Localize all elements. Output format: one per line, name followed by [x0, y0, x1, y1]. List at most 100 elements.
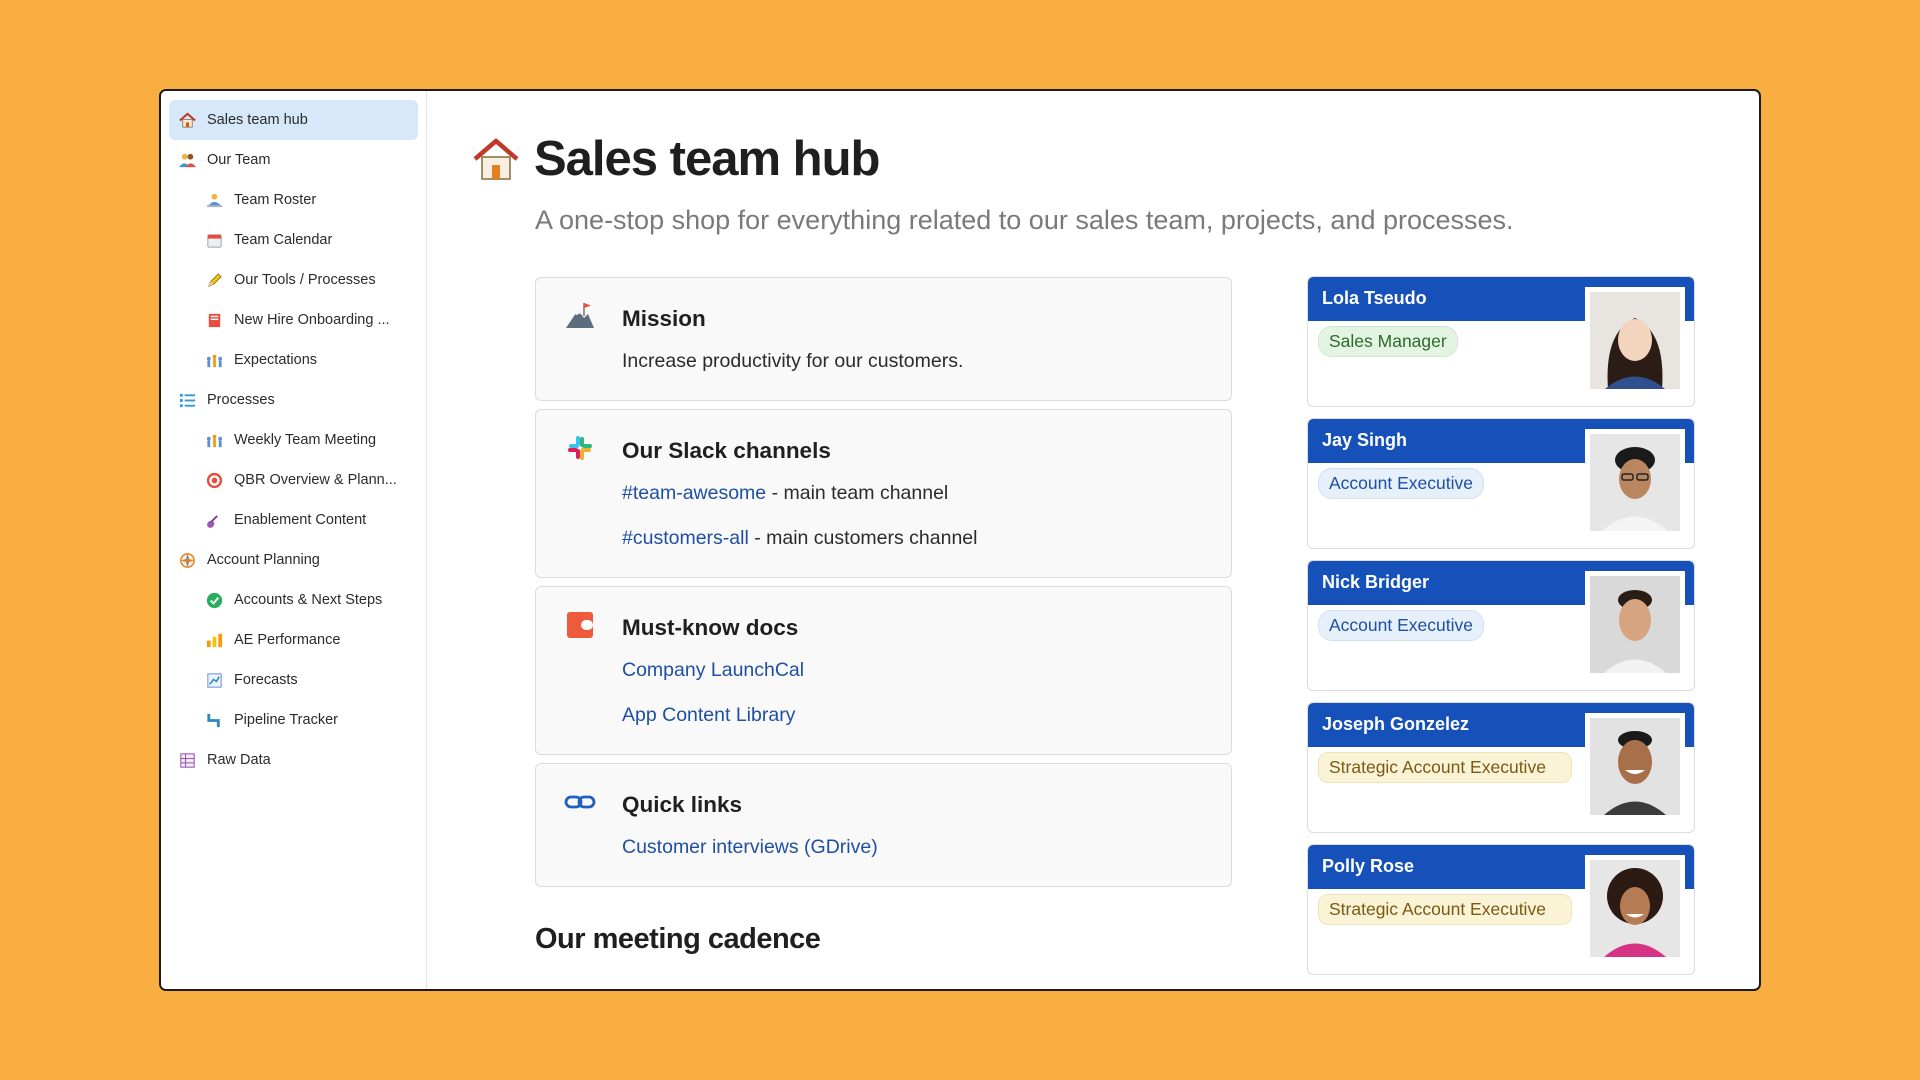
- sidebar-item-label: Team Roster: [234, 192, 317, 208]
- team-member-card[interactable]: Jay Singh Account Executive: [1307, 418, 1695, 549]
- quick-link[interactable]: Customer interviews (GDrive): [622, 836, 878, 859]
- avatar: [1585, 287, 1685, 394]
- sidebar-item-sales-team-hub[interactable]: Sales team hub: [169, 100, 418, 140]
- sidebar-item-label: Sales team hub: [207, 112, 308, 128]
- check-icon: [204, 590, 224, 610]
- sidebar-item-enablement-content[interactable]: Enablement Content: [169, 500, 418, 540]
- guitar-icon: [204, 510, 224, 530]
- team-member-name: Jay Singh: [1322, 430, 1408, 450]
- mission-title: Mission: [622, 306, 706, 331]
- sidebar-item-processes[interactable]: Processes: [169, 380, 418, 420]
- role-badge: Account Executive: [1318, 468, 1484, 499]
- people-icon: [177, 150, 197, 170]
- slack-channel-desc: - main customers channel: [748, 527, 978, 549]
- slack-title: Our Slack channels: [622, 438, 831, 463]
- house-icon: [472, 135, 520, 183]
- slack-channel-row: #customers-all - main customers channel: [622, 527, 977, 550]
- page-title: Sales team hub: [472, 131, 880, 187]
- sidebar-item-qbr-overview[interactable]: QBR Overview & Plann...: [169, 460, 418, 500]
- avatar: [1585, 571, 1685, 678]
- sidebar-item-team-roster[interactable]: Team Roster: [169, 180, 418, 220]
- people-icon: [204, 190, 224, 210]
- page-subtitle: A one-stop shop for everything related t…: [535, 205, 1514, 235]
- meeting-cadence-heading: Our meeting cadence: [535, 923, 821, 955]
- slack-channel-desc: - main team channel: [766, 482, 949, 504]
- team-member-card[interactable]: Joseph Gonzelez Strategic Account Execut…: [1307, 702, 1695, 833]
- app-window: Sales team hub Our Team Team Roster Team…: [159, 89, 1761, 991]
- sidebar-item-label: QBR Overview & Plann...: [234, 472, 397, 488]
- sidebar-item-label: Raw Data: [207, 752, 271, 768]
- sidebar-item-label: Forecasts: [234, 672, 298, 688]
- docs-card: Must-know docs Company LaunchCal App Con…: [535, 586, 1232, 755]
- sidebar-item-forecasts[interactable]: Forecasts: [169, 660, 418, 700]
- sidebar-item-our-team[interactable]: Our Team: [169, 140, 418, 180]
- role-badge: Account Executive: [1318, 610, 1484, 641]
- team-member-name: Nick Bridger: [1322, 572, 1430, 592]
- team-member-card[interactable]: Lola Tseudo Sales Manager: [1307, 276, 1695, 407]
- sidebar-item-label: Expectations: [234, 352, 318, 368]
- sidebar-item-our-tools-processes[interactable]: Our Tools / Processes: [169, 260, 418, 300]
- house-icon: [177, 110, 197, 130]
- sidebar-item-pipeline-tracker[interactable]: Pipeline Tracker: [169, 700, 418, 740]
- link-icon: [564, 786, 596, 818]
- sidebar-item-label: Accounts & Next Steps: [234, 592, 383, 608]
- sidebar-item-label: Team Calendar: [234, 232, 333, 248]
- quick-links-card: Quick links Customer interviews (GDrive): [535, 763, 1232, 887]
- slack-channel-link[interactable]: #team-awesome: [622, 482, 766, 504]
- mission-text: Increase productivity for our customers.: [622, 350, 964, 372]
- compass-icon: [177, 550, 197, 570]
- crowd-icon: [204, 430, 224, 450]
- doc-link[interactable]: Company LaunchCal: [622, 659, 804, 682]
- sidebar-item-account-planning[interactable]: Account Planning: [169, 540, 418, 580]
- slack-icon: [564, 432, 596, 464]
- avatar: [1585, 713, 1685, 820]
- bar-chart-icon: [204, 630, 224, 650]
- pipe-icon: [204, 710, 224, 730]
- sidebar-item-label: Account Planning: [207, 552, 320, 568]
- sidebar: Sales team hub Our Team Team Roster Team…: [161, 91, 427, 989]
- crowd-icon: [204, 350, 224, 370]
- avatar: [1585, 855, 1685, 962]
- sidebar-item-label: New Hire Onboarding ...: [234, 312, 390, 328]
- list-icon: [177, 390, 197, 410]
- mission-card: Mission Increase productivity for our cu…: [535, 277, 1232, 401]
- sidebar-item-label: Enablement Content: [234, 512, 367, 528]
- team-member-name: Lola Tseudo: [1322, 288, 1427, 308]
- sidebar-item-weekly-team-meeting[interactable]: Weekly Team Meeting: [169, 420, 418, 460]
- slack-card: Our Slack channels #team-awesome - main …: [535, 409, 1232, 578]
- sidebar-item-new-hire-onboarding[interactable]: New Hire Onboarding ...: [169, 300, 418, 340]
- role-badge: Sales Manager: [1318, 326, 1458, 357]
- avatar: [1585, 429, 1685, 536]
- sidebar-item-label: Our Tools / Processes: [234, 272, 376, 288]
- sidebar-item-ae-performance[interactable]: AE Performance: [169, 620, 418, 660]
- sidebar-item-accounts-next-steps[interactable]: Accounts & Next Steps: [169, 580, 418, 620]
- sidebar-item-label: Pipeline Tracker: [234, 712, 338, 728]
- sidebar-item-label: Our Team: [207, 152, 271, 168]
- trend-chart-icon: [204, 670, 224, 690]
- team-member-name: Joseph Gonzelez: [1322, 714, 1470, 734]
- main-content: Sales team hub A one-stop shop for every…: [427, 91, 1759, 989]
- docs-title: Must-know docs: [622, 615, 799, 640]
- pencil-icon: [204, 270, 224, 290]
- sidebar-item-team-calendar[interactable]: Team Calendar: [169, 220, 418, 260]
- role-badge: Strategic Account Executive: [1318, 894, 1572, 925]
- team-member-name: Polly Rose: [1322, 856, 1415, 876]
- doc-link[interactable]: App Content Library: [622, 704, 795, 727]
- calendar-icon: [204, 230, 224, 250]
- sidebar-item-label: Weekly Team Meeting: [234, 432, 377, 448]
- sidebar-item-label: AE Performance: [234, 632, 341, 648]
- quick-links-title: Quick links: [622, 792, 743, 817]
- sidebar-item-label: Processes: [207, 392, 275, 408]
- coda-icon: [564, 609, 596, 641]
- team-member-card[interactable]: Nick Bridger Account Executive: [1307, 560, 1695, 691]
- sidebar-item-expectations[interactable]: Expectations: [169, 340, 418, 380]
- sidebar-item-raw-data[interactable]: Raw Data: [169, 740, 418, 780]
- role-badge: Strategic Account Executive: [1318, 752, 1572, 783]
- book-icon: [204, 310, 224, 330]
- table-icon: [177, 750, 197, 770]
- page-title-text: Sales team hub: [534, 132, 880, 186]
- slack-channel-row: #team-awesome - main team channel: [622, 482, 948, 505]
- slack-channel-link[interactable]: #customers-all: [622, 527, 749, 549]
- target-icon: [204, 470, 224, 490]
- team-member-card[interactable]: Polly Rose Strategic Account Executive: [1307, 844, 1695, 975]
